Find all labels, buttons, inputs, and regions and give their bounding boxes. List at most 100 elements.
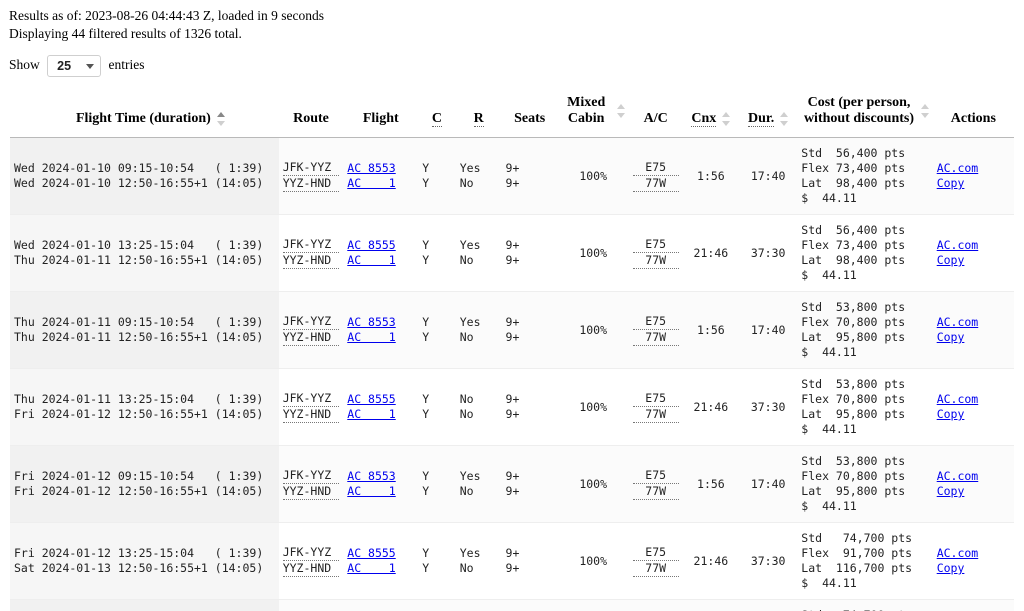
cell-aircraft: E7577W [628,445,683,523]
aircraft-code: E75 [632,545,679,561]
table-row[interactable]: Sat 2024-01-13 09:15-10:54 ( 1:39)Sat 20… [10,599,1014,611]
show-label: Show [9,57,40,73]
flight-time-segment: Thu 2024-01-11 12:50-16:55+1 (14:05) [14,330,264,344]
flight-number-link[interactable]: AC 1 [347,330,395,344]
flight-number-link[interactable]: AC 1 [347,253,395,267]
cell-r: YesNo [455,445,502,523]
action-link[interactable]: AC.com [937,392,979,406]
cell-cost: Std 53,800 pts Flex 70,800 pts Lat 95,800 … [797,368,933,446]
cnx-value: 1:56 [697,322,725,337]
header-row: Flight Time (duration) Route Flight C R … [10,89,1014,138]
action-link[interactable]: Copy [937,561,965,575]
seats-value: 9+ [505,161,520,175]
seats-value: 9+ [505,315,520,329]
flight-number-link[interactable]: AC 1 [347,407,395,421]
action-link[interactable]: Copy [937,253,965,267]
column-header-label: Cost (per person, without discounts) [803,95,915,126]
action-link[interactable]: AC.com [937,315,979,329]
action-link[interactable]: AC.com [937,161,979,175]
cell-duration: 17:40 [738,137,798,215]
flight-number-link[interactable]: AC 8553 [347,161,395,175]
cell-cost: Std 53,800 pts Flex 70,800 pts Lat 95,800 … [797,445,933,523]
flight-number-link[interactable]: AC 8555 [347,238,395,252]
aircraft-code: 77W [632,253,679,269]
cost-line: Flex 70,800 pts [801,392,906,406]
entries-per-page-value: 25 [47,55,102,77]
flight-number-link[interactable]: AC 1 [347,561,395,575]
cabin-value: Y [422,330,430,344]
cell-actions: AC.comCopy [932,522,1014,600]
table-row[interactable]: Thu 2024-01-11 09:15-10:54 ( 1:39) Thu 20… [10,291,1014,369]
flight-number-link[interactable]: AC 8555 [347,392,395,406]
results-as-of-text: Results as of: 2023-08-26 04:44:43 Z, lo… [9,8,324,23]
cost-line: Flex 70,800 pts [801,315,906,329]
column-header-label: Flight [362,111,399,126]
table-row[interactable]: Thu 2024-01-11 13:25-15:04 ( 1:39) Fri 20… [10,368,1014,446]
cell-route: JFK-YYZYYZ-HND [278,291,344,369]
action-link[interactable]: AC.com [937,469,979,483]
cell-route: JFK-YYZYYZ-HND [278,214,344,292]
cell-flight: AC 8553AC 1 [343,445,419,523]
table-row[interactable]: Fri 2024-01-12 13:25-15:04 ( 1:39) Sat 20… [10,522,1014,600]
table-row[interactable]: Wed 2024-01-10 13:25-15:04 ( 1:39) Thu 20… [10,214,1014,292]
flight-number-link[interactable]: AC 8553 [347,469,395,483]
cell-flight: AC 8553AC 1 [343,291,419,369]
cell-flight: AC 8555 AC 1 [343,214,419,292]
cell-r: No No [455,368,502,446]
action-link[interactable]: Copy [937,330,965,344]
column-header-label: C [431,111,443,127]
cost-line: Lat 95,800 pts [801,484,906,498]
duration-value: 37:30 [750,245,786,260]
action-link[interactable]: AC.com [937,238,979,252]
r-value: Yes [459,469,481,483]
route-segment: JFK-YYZ [282,545,340,561]
column-header-route[interactable]: Route [278,89,344,138]
action-link[interactable]: Copy [937,407,965,421]
cell-aircraft: E7577W [628,137,683,215]
action-link[interactable]: AC.com [937,546,979,560]
entries-per-page-select[interactable]: 25 [47,55,102,77]
cnx-value: 1:56 [697,168,725,183]
column-header-c[interactable]: C [418,89,456,138]
column-header-seats[interactable]: Seats [501,89,558,138]
cost-line: Flex 73,400 pts [801,238,906,252]
cell-flight-time: Wed 2024-01-10 09:15-10:54 ( 1:39) Wed 20… [10,137,279,215]
cnx-value: 21:46 [693,245,729,260]
flight-number-link[interactable]: AC 1 [347,176,395,190]
cell-mixed-cabin: 100% [557,137,629,215]
seats-value: 9+ [505,469,520,483]
column-header-cnx[interactable]: Cnx [682,89,739,138]
route-segment: JFK-YYZ [282,160,340,176]
cell-aircraft: E7577W [628,599,683,611]
table-row[interactable]: Wed 2024-01-10 09:15-10:54 ( 1:39) Wed 20… [10,137,1014,215]
results-table: Flight Time (duration) Route Flight C R … [10,89,1014,611]
duration-value: 17:40 [750,168,786,183]
cabin-value: Y [422,469,430,483]
aircraft-code: 77W [632,407,679,423]
length-menu: Show 25 entries [0,43,1024,77]
aircraft-code: 77W [632,176,679,192]
column-header-r[interactable]: R [455,89,502,138]
action-link[interactable]: Copy [937,484,965,498]
column-header-ac[interactable]: A/C [628,89,683,138]
r-value: No [459,176,474,190]
flight-number-link[interactable]: AC 8555 [347,546,395,560]
action-link[interactable]: Copy [937,176,965,190]
cell-cnx: 1:56 [682,137,739,215]
column-header-flight-time[interactable]: Flight Time (duration) [10,89,279,138]
column-header-dur[interactable]: Dur. [738,89,798,138]
cell-route: JFK-YYZYYZ-HND [278,599,344,611]
flight-number-link[interactable]: AC 8553 [347,315,395,329]
column-header-flight[interactable]: Flight [343,89,419,138]
r-value: No [459,561,474,575]
seats-value: 9+ [505,407,520,421]
flight-number-link[interactable]: AC 1 [347,484,395,498]
r-value: No [459,330,474,344]
cost-line: $ 44.11 [801,191,857,205]
seats-value: 9+ [505,561,520,575]
r-value: Yes [459,238,481,252]
cell-mixed-cabin: 100% [557,368,629,446]
column-header-mixed-cabin[interactable]: Mixed Cabin [557,89,629,138]
column-header-cost[interactable]: Cost (per person, without discounts) [797,89,933,138]
table-row[interactable]: Fri 2024-01-12 09:15-10:54 ( 1:39) Fri 20… [10,445,1014,523]
